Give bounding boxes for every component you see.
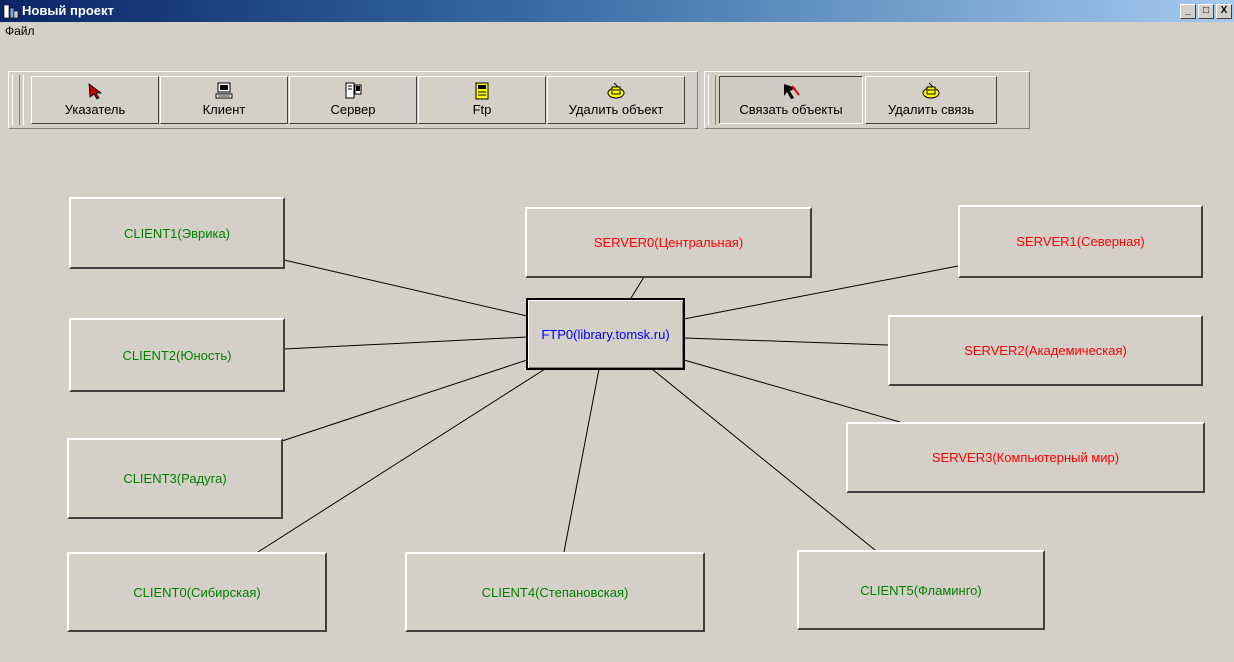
- client-node[interactable]: CLIENT5(Фламинго): [797, 550, 1045, 630]
- edge-client1-ftp[interactable]: [283, 259, 528, 317]
- edge-server0-ftp[interactable]: [630, 276, 645, 299]
- client-node[interactable]: CLIENT1(Эврика): [69, 197, 285, 269]
- ftp-node[interactable]: FTP0(library.tomsk.ru): [526, 298, 685, 370]
- client-node[interactable]: CLIENT2(Юность): [69, 318, 285, 392]
- server-node[interactable]: SERVER1(Северная): [958, 205, 1203, 278]
- server-node[interactable]: SERVER3(Компьютерный мир): [846, 422, 1205, 493]
- edge-client5-ftp[interactable]: [651, 368, 876, 551]
- edge-client3-ftp[interactable]: [281, 359, 528, 442]
- client-node[interactable]: CLIENT3(Радуга): [67, 438, 283, 519]
- edge-client0-ftp[interactable]: [257, 368, 546, 553]
- client-node[interactable]: CLIENT4(Степановская): [405, 552, 705, 632]
- edge-client2-ftp[interactable]: [283, 336, 528, 350]
- edge-server2-ftp[interactable]: [683, 337, 889, 346]
- server-node[interactable]: SERVER2(Академическая): [888, 315, 1203, 386]
- server-node[interactable]: SERVER0(Центральная): [525, 207, 812, 278]
- edge-server3-ftp[interactable]: [683, 359, 901, 423]
- client-node[interactable]: CLIENT0(Сибирская): [67, 552, 327, 632]
- edge-client4-ftp[interactable]: [563, 368, 600, 553]
